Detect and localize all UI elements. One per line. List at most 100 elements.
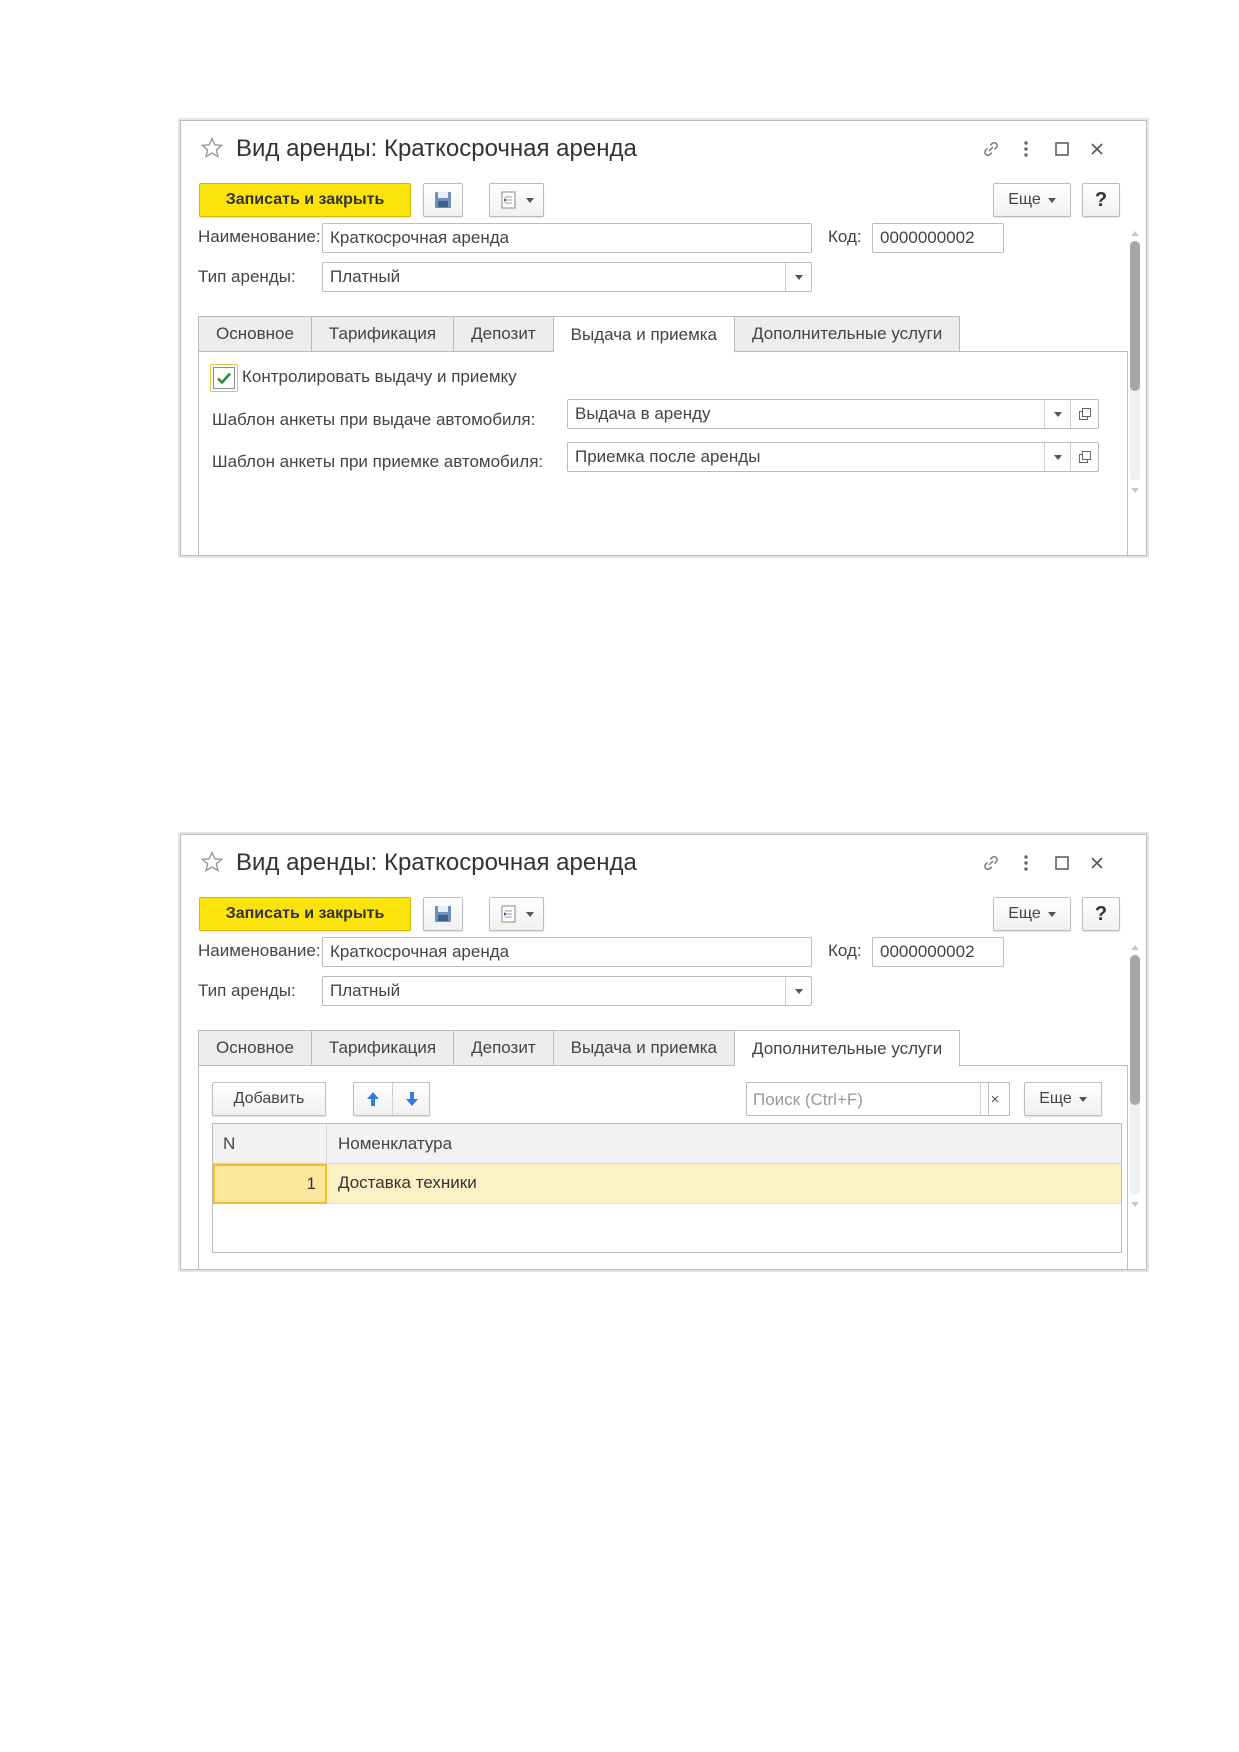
- link-icon[interactable]: [980, 852, 1002, 874]
- dropdown-button[interactable]: [1044, 400, 1070, 428]
- rental-type-select[interactable]: Платный: [322, 976, 812, 1006]
- save-button[interactable]: [423, 183, 463, 217]
- issue-template-label: Шаблон анкеты при выдаче автомобиля:: [212, 410, 536, 429]
- control-issue-checkbox[interactable]: [210, 364, 238, 392]
- rental-type-select[interactable]: Платный: [322, 262, 812, 292]
- column-header-n[interactable]: N: [223, 1134, 235, 1154]
- more-actions-button[interactable]: Еще: [993, 897, 1071, 931]
- tab-deposit[interactable]: Депозит: [454, 316, 554, 352]
- save-button[interactable]: [423, 897, 463, 931]
- open-icon: [1078, 408, 1091, 420]
- return-template-select[interactable]: Приемка после аренды: [567, 442, 1099, 472]
- help-button[interactable]: ?: [1082, 897, 1120, 931]
- arrow-down-icon: [406, 1092, 418, 1106]
- tab-tariffs[interactable]: Тарификация: [311, 1030, 455, 1066]
- close-icon[interactable]: [1086, 138, 1108, 160]
- rental-type-window-services: Вид аренды: Краткосрочная аренда Записат…: [180, 834, 1147, 1270]
- tab-issue-return[interactable]: Выдача и приемка: [553, 316, 736, 353]
- rental-type-value: Платный: [330, 267, 401, 286]
- column-divider: [326, 1124, 327, 1164]
- chevron-down-icon: [1047, 911, 1056, 917]
- code-field[interactable]: 0000000002: [872, 223, 1004, 253]
- more-actions-button[interactable]: Еще: [993, 183, 1071, 217]
- name-field[interactable]: Краткосрочная аренда: [322, 223, 812, 253]
- cell-nomenclature[interactable]: Доставка техники: [338, 1173, 477, 1193]
- window-title: Вид аренды: Краткосрочная аренда: [236, 849, 637, 876]
- open-button[interactable]: [1070, 400, 1098, 428]
- column-header-nomenclature[interactable]: Номенклатура: [338, 1134, 452, 1154]
- move-up-button[interactable]: [354, 1083, 392, 1115]
- save-and-close-button[interactable]: Записать и закрыть: [199, 183, 411, 217]
- scroll-thumb[interactable]: [1130, 241, 1140, 391]
- dropdown-button[interactable]: [785, 977, 811, 1005]
- code-field[interactable]: 0000000002: [872, 937, 1004, 967]
- issue-template-select[interactable]: Выдача в аренду: [567, 399, 1099, 429]
- chevron-down-icon: [1078, 1096, 1087, 1102]
- table-more-button[interactable]: Еще: [1024, 1082, 1102, 1116]
- scroll-thumb[interactable]: [1130, 955, 1140, 1105]
- dropdown-button[interactable]: [785, 263, 811, 291]
- rental-type-label: Тип аренды:: [198, 267, 296, 286]
- link-icon[interactable]: [980, 138, 1002, 160]
- name-field[interactable]: Краткосрочная аренда: [322, 937, 812, 967]
- maximize-icon[interactable]: [1051, 138, 1073, 160]
- scroll-down-icon[interactable]: [1131, 1202, 1139, 1207]
- code-label: Код:: [828, 227, 862, 246]
- tab-bar: Основное Тарификация Депозит Выдача и пр…: [198, 1030, 961, 1067]
- more-actions-label: Еще: [1008, 905, 1041, 922]
- help-button[interactable]: ?: [1082, 183, 1120, 217]
- table-more-label: Еще: [1039, 1090, 1072, 1107]
- more-vertical-icon[interactable]: [1015, 852, 1037, 874]
- scroll-down-icon[interactable]: [1131, 488, 1139, 493]
- chevron-down-icon: [1053, 454, 1062, 460]
- move-buttons: [353, 1082, 430, 1116]
- rental-type-label: Тип аренды:: [198, 981, 296, 1000]
- title-bar: Вид аренды: Краткосрочная аренда: [181, 835, 1146, 889]
- window-title: Вид аренды: Краткосрочная аренда: [236, 135, 637, 162]
- control-issue-label[interactable]: Контролировать выдачу и приемку: [242, 367, 517, 387]
- tab-main[interactable]: Основное: [198, 1030, 312, 1066]
- search-input[interactable]: Поиск (Ctrl+F): [746, 1082, 989, 1116]
- name-label: Наименование:: [198, 227, 321, 246]
- close-icon[interactable]: [1086, 852, 1108, 874]
- tab-issue-return[interactable]: Выдача и приемка: [553, 1030, 736, 1066]
- dropdown-button[interactable]: [1044, 443, 1070, 471]
- star-icon[interactable]: [200, 850, 224, 874]
- star-icon[interactable]: [200, 136, 224, 160]
- open-button[interactable]: [1070, 443, 1098, 471]
- vertical-scrollbar[interactable]: [1129, 945, 1141, 1207]
- vertical-scrollbar[interactable]: [1129, 231, 1141, 493]
- open-icon: [1078, 451, 1091, 463]
- chevron-down-icon: [1053, 411, 1062, 417]
- tab-tariffs[interactable]: Тарификация: [311, 316, 455, 352]
- tab-main[interactable]: Основное: [198, 316, 312, 352]
- chevron-down-icon: [794, 274, 803, 280]
- maximize-icon[interactable]: [1051, 852, 1073, 874]
- checkbox-box: [213, 367, 235, 389]
- code-label: Код:: [828, 941, 862, 960]
- scroll-up-icon[interactable]: [1131, 945, 1139, 950]
- more-actions-label: Еще: [1008, 191, 1041, 208]
- tab-bar: Основное Тарификация Депозит Выдача и пр…: [198, 316, 961, 353]
- report-menu-button[interactable]: [489, 897, 544, 931]
- move-down-button[interactable]: [393, 1083, 431, 1115]
- cell-n[interactable]: 1: [213, 1164, 327, 1204]
- scroll-up-icon[interactable]: [1131, 231, 1139, 236]
- search-clear-button[interactable]: ×: [980, 1082, 1010, 1116]
- save-icon: [435, 192, 451, 208]
- tab-additional-services[interactable]: Дополнительные услуги: [735, 1030, 961, 1067]
- tab-additional-services[interactable]: Дополнительные услуги: [735, 316, 961, 352]
- report-menu-button[interactable]: [489, 183, 544, 217]
- return-template-label: Шаблон анкеты при приемке автомобиля:: [212, 452, 544, 471]
- add-button[interactable]: Добавить: [212, 1082, 326, 1116]
- issue-template-value: Выдача в аренду: [575, 404, 711, 423]
- save-and-close-button[interactable]: Записать и закрыть: [199, 897, 411, 931]
- tab-deposit[interactable]: Депозит: [454, 1030, 554, 1066]
- name-label: Наименование:: [198, 941, 321, 960]
- chevron-down-icon: [794, 988, 803, 994]
- table-row[interactable]: 1 Доставка техники: [213, 1164, 1121, 1204]
- report-icon: [501, 905, 516, 923]
- table-header: N Номенклатура: [213, 1124, 1121, 1164]
- more-vertical-icon[interactable]: [1015, 138, 1037, 160]
- return-template-value: Приемка после аренды: [575, 447, 761, 466]
